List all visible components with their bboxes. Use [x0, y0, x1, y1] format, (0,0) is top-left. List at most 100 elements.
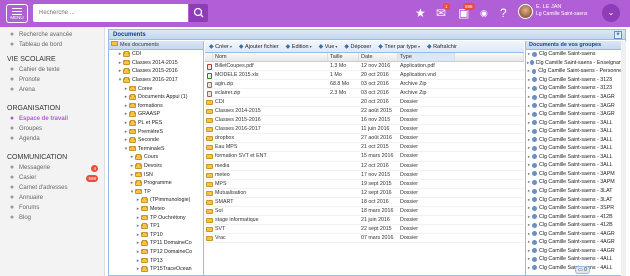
sidebar-item[interactable]: ● Annuaire: [0, 193, 104, 203]
chat-count-badge[interactable]: ▭ 0: [575, 266, 590, 274]
sidebar-item[interactable]: ● Carnet d'adresses: [0, 183, 104, 193]
group-item[interactable]: ▸ Clg Camille Saint-saens - 3ALL: [526, 118, 626, 127]
table-row[interactable]: Classes 2016-2017 11 juin 2016 Dossier: [205, 125, 524, 135]
table-row[interactable]: dropbox 27 août 2016 Dossier: [205, 134, 524, 144]
table-row[interactable]: Classes 2015-2016 16 nov 2015 Dossier: [205, 116, 524, 126]
toolbar-sort-button[interactable]: ◆ Trier par type ▾: [378, 43, 420, 51]
table-row[interactable]: Sol 18 mars 2016 Dossier: [205, 207, 524, 216]
expand-toggle-icon[interactable]: ▸: [526, 68, 532, 74]
sidebar-item[interactable]: ● Agenda: [0, 134, 104, 144]
group-item[interactable]: ▸ Clg Camille Saint-saens: [526, 50, 626, 59]
menu-button[interactable]: MENU: [6, 4, 28, 23]
group-item[interactable]: ▸ Clg Camille Saint-saens - 3LAT: [526, 187, 626, 196]
sidebar-item[interactable]: ● Espace de travail: [0, 114, 104, 124]
sidebar-item[interactable]: ● Groupes: [0, 124, 104, 134]
group-item[interactable]: ▸ Clg Camille Saint-saens - 3AGR: [526, 110, 626, 119]
group-item[interactable]: ▸ Clg Camille Saint-saens - 412B: [526, 221, 626, 230]
toolbar-upload-button[interactable]: ◆ Déposer: [344, 43, 371, 51]
table-row[interactable]: Vrac 07 mars 2016 Dossier: [205, 234, 524, 243]
tree-node[interactable]: ▸ TP13: [109, 256, 203, 265]
toolbar-view-button[interactable]: ◆ Vue ▾: [319, 43, 338, 51]
group-item[interactable]: ▸ Clg Camille Saint-saens - 412B: [526, 212, 626, 221]
tree-node[interactable]: ▸ GRAASP: [109, 110, 203, 119]
col-extra[interactable]: [455, 53, 524, 61]
col-size[interactable]: Taille: [328, 53, 359, 61]
table-row[interactable]: MODELE 2015.xls 1 Mo 20 oct 2016 Applicatio…: [205, 71, 524, 81]
col-type[interactable]: Type: [398, 53, 455, 61]
tree-node[interactable]: ▸ TP15TraceOcean: [109, 265, 203, 274]
tree-node[interactable]: ▾ TP: [109, 188, 203, 197]
tree-node[interactable]: ▸ Documents Appui (1): [109, 93, 203, 102]
group-item[interactable]: ▸ Clg Camille Saint-saens - Personnels: [526, 67, 626, 76]
tree-node[interactable]: ▸ CDI: [109, 50, 203, 59]
group-item[interactable]: ▸ Clg Camille Saint-saens - 3AGR: [526, 93, 626, 102]
table-row[interactable]: agin.zip 68.8 Mo 03 oct 2016 Archive Zip: [205, 80, 524, 90]
tree-node[interactable]: ▾ Classes 2016-2017: [109, 76, 203, 85]
group-item[interactable]: ▸ Clg Camille Saint-saens - Enseignants: [526, 59, 626, 68]
toolbar-add-file-button[interactable]: ◆ Ajouter fichier: [239, 43, 279, 51]
chevron-down-icon[interactable]: ⌄: [602, 4, 620, 22]
tree-node[interactable]: ▸ TP1: [109, 222, 203, 231]
sidebar-item[interactable]: ● Tableau de bord: [0, 40, 104, 50]
star-icon[interactable]: ★: [415, 5, 426, 21]
table-row[interactable]: Mutualisation 12 sept 2016 Dossier: [205, 189, 524, 198]
tree-node[interactable]: ▸ ISN: [109, 170, 203, 179]
group-item[interactable]: ▸ Clg Camille Saint-saens - 3123: [526, 84, 626, 93]
tree-node[interactable]: ▸ Meteo: [109, 205, 203, 214]
table-row[interactable]: Eau MPS 21 oct 2015 Dossier: [205, 143, 524, 153]
tree-node[interactable]: ▸ Classes 2014-2015: [109, 59, 203, 68]
group-item[interactable]: ▸ Clg Camille Saint-saens - 3ALL: [526, 161, 626, 170]
sidebar-item[interactable]: ● Forums: [0, 203, 104, 213]
group-item[interactable]: ▸ Clg Camille Saint-saens - 3ALL: [526, 135, 626, 144]
group-item[interactable]: ▸ Clg Camille Saint-saens - 3APM: [526, 178, 626, 187]
tree-node[interactable]: ▾ TerminaleS: [109, 145, 203, 154]
group-item[interactable]: ▸Clg Camille Saint-saens - 4ALL: [526, 255, 626, 264]
table-row[interactable]: formation SVT et ENT 15 mars 2016 Dossier: [205, 152, 524, 162]
tree-node[interactable]: ▸ PL et PES: [109, 119, 203, 128]
tree-node[interactable]: ▸ Cours: [109, 153, 203, 162]
tree-root[interactable]: Mes documents: [109, 41, 203, 50]
tree-node[interactable]: ▸ Devoirs: [109, 162, 203, 171]
tree-node[interactable]: ▸ Programme: [109, 179, 203, 188]
group-item[interactable]: ▸ Clg Camille Saint-saens - 4AGR: [526, 247, 626, 256]
group-item[interactable]: ▸ Clg Camille Saint-saens - 4AGR: [526, 238, 626, 247]
toolbar-create-button[interactable]: ◆ Créer ▾: [209, 43, 232, 51]
chat-icon[interactable]: ◉: [480, 5, 488, 21]
sidebar-item[interactable]: ● Casier 598: [0, 173, 104, 183]
avatar[interactable]: [518, 4, 533, 19]
table-row[interactable]: BilletCoupes.pdf 1.3 Mo 12 nov 2016 Applica…: [205, 62, 524, 72]
expand-icon[interactable]: +: [614, 31, 622, 39]
search-button[interactable]: [189, 4, 208, 22]
tree-node[interactable]: ▸ (TPimmunologie): [109, 196, 203, 205]
table-row[interactable]: eclairer.zip 2.3 Mo 03 oct 2016 Archive Zip: [205, 89, 524, 99]
table-row[interactable]: Classes 2014-2015 22 août 2015 Dossier: [205, 107, 524, 117]
sidebar-item[interactable]: ● Pronote: [0, 75, 104, 85]
table-row[interactable]: meteo 17 nov 2015 Dossier: [205, 171, 524, 180]
tree-node[interactable]: ▸ Coree: [109, 84, 203, 93]
sidebar-item[interactable]: ● Arena: [0, 85, 104, 95]
group-item[interactable]: ▸ Clg Camille Saint-saens - 3123: [526, 76, 626, 85]
table-row[interactable]: media 12 oct 2016 Dossier: [205, 162, 524, 171]
tree-node[interactable]: ▸ formations: [109, 102, 203, 111]
table-row[interactable]: SMART 18 oct 2016 Dossier: [205, 198, 524, 207]
sidebar-item[interactable]: ● Recherche avancée: [0, 30, 104, 40]
toolbar-refresh-button[interactable]: ◆ Rafraîchir: [427, 43, 457, 51]
table-row[interactable]: CDI 20 oct 2016 Dossier: [205, 98, 524, 108]
sidebar-item[interactable]: ● Messagerie 4: [0, 163, 104, 173]
group-item[interactable]: ▸ Clg Camille Saint-saens - 3APM: [526, 170, 626, 179]
group-item[interactable]: ▸ Clg Camille Saint-saens - 3AGR: [526, 101, 626, 110]
tree-node[interactable]: ▸ Seconde: [109, 136, 203, 145]
scrollbar[interactable]: [621, 41, 626, 276]
help-icon[interactable]: ?: [500, 5, 507, 21]
table-row[interactable]: MPS 19 sept 2015 Dossier: [205, 180, 524, 189]
user-name[interactable]: E. LE JAN: [536, 4, 561, 10]
sidebar-item[interactable]: ● Blog: [0, 213, 104, 223]
group-item[interactable]: ▸ Clg Camille Saint-saens - 4AGR: [526, 229, 626, 238]
tree-node[interactable]: ▸ TP12 DomaineCo: [109, 248, 203, 257]
group-item[interactable]: ▸ Clg Camille Saint-saens - 3ALL: [526, 127, 626, 136]
group-item[interactable]: ▸ Clg Camille Saint-saens - 3ALL: [526, 153, 626, 162]
group-item[interactable]: ▸ Clg Camille Saint-saens - 3SPR: [526, 204, 626, 213]
select-column[interactable]: [205, 53, 213, 61]
search-input[interactable]: [33, 4, 188, 22]
toolbar-edit-button[interactable]: ◆ Edition ▾: [286, 43, 312, 51]
